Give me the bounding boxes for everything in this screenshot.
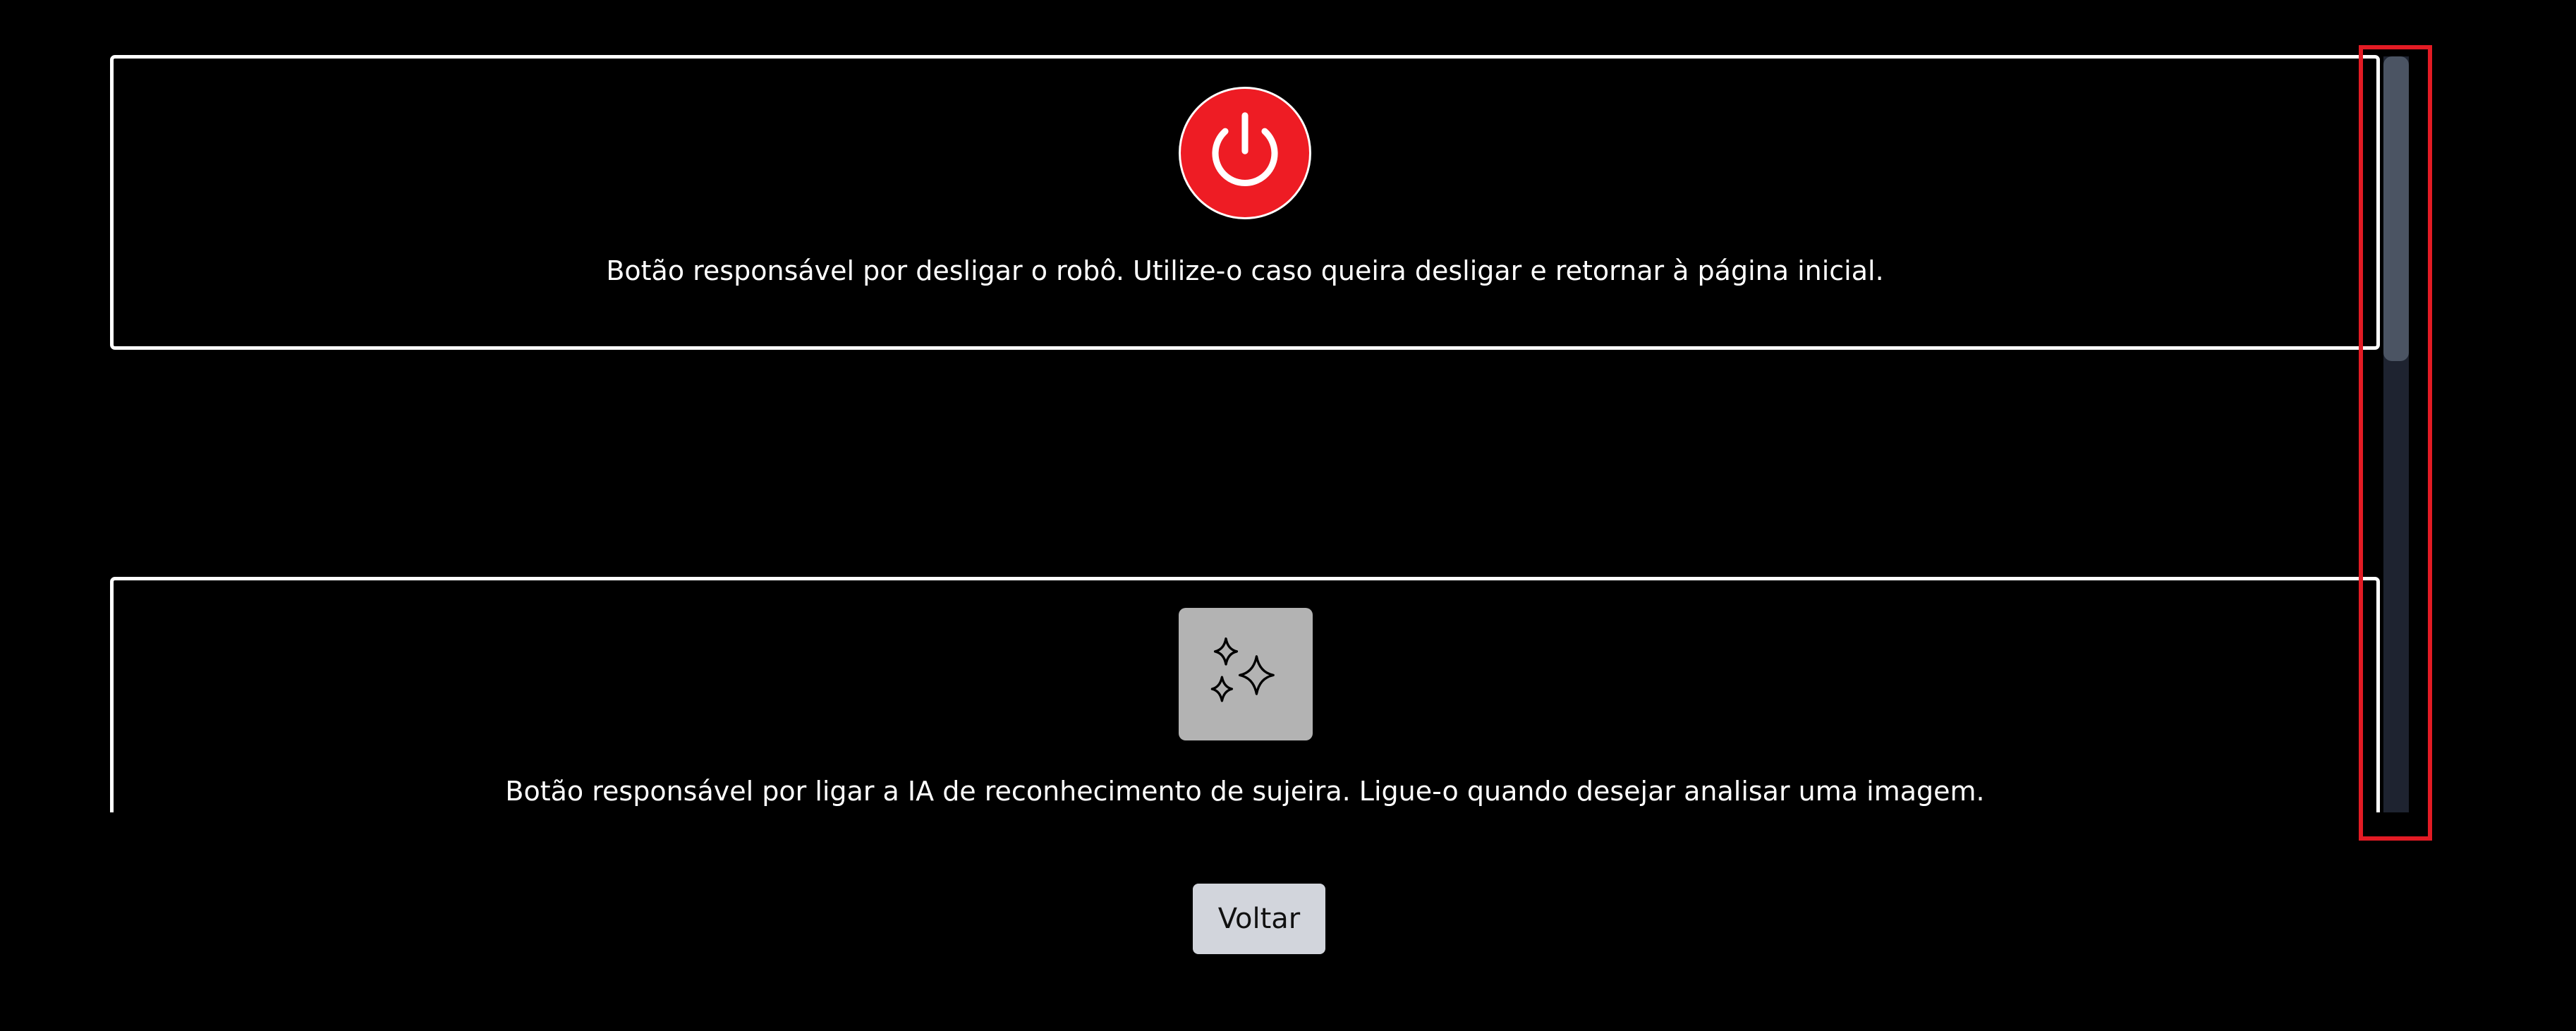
sparkles-icon	[1210, 637, 1275, 702]
help-scroll-area[interactable]: Botão responsável por desligar o robô. U…	[0, 0, 2412, 812]
back-button[interactable]: Voltar	[1193, 884, 1325, 954]
power-icon	[1212, 112, 1278, 187]
ai-button[interactable]	[1179, 608, 1313, 740]
scrollbar-highlight	[2359, 45, 2432, 841]
power-button[interactable]	[1179, 87, 1311, 219]
help-page: Botão responsável por desligar o robô. U…	[0, 0, 2576, 1031]
ai-help-description: Botão responsável por ligar a IA de reco…	[505, 776, 1985, 807]
power-help-description: Botão responsável por desligar o robô. U…	[606, 255, 1884, 286]
